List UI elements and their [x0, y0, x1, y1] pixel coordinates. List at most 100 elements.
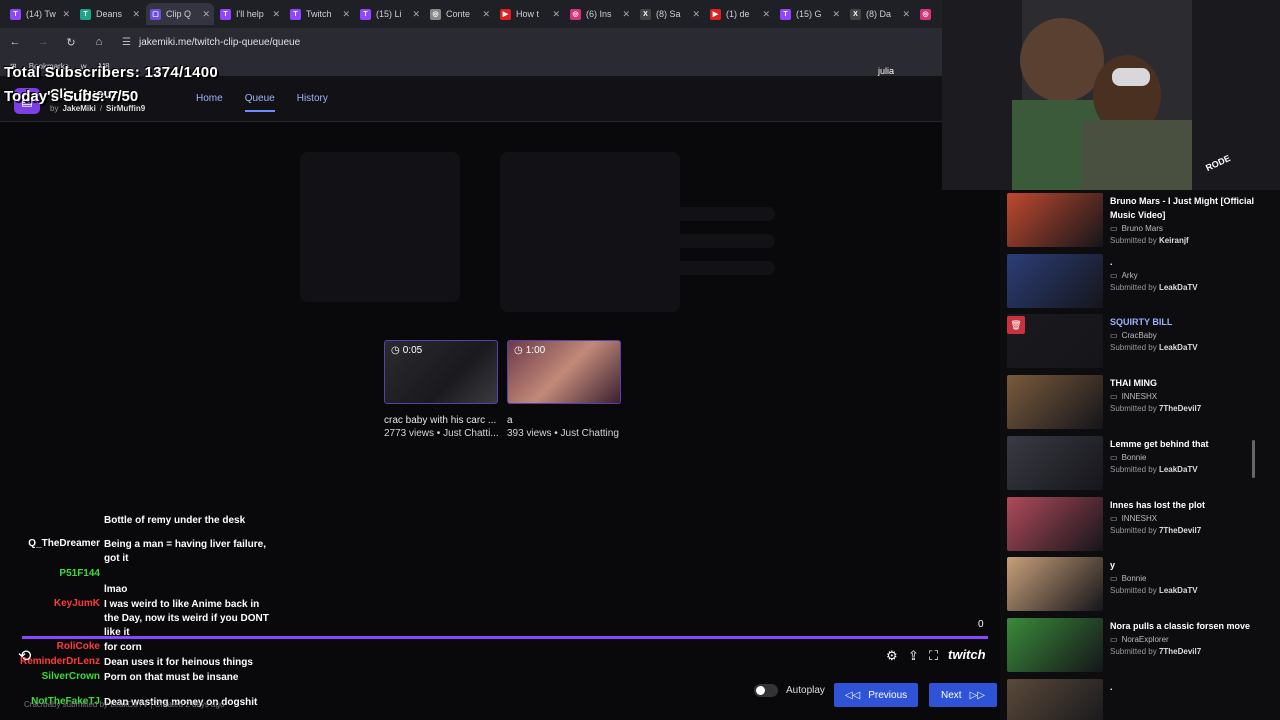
previous-button[interactable]: ◁◁ Previous [834, 683, 918, 707]
queue-thumbnail[interactable] [1007, 435, 1103, 490]
autoplay-toggle[interactable] [754, 684, 778, 697]
browser-tab[interactable]: ▶ (1) de ✕ [706, 3, 774, 25]
autoplay-control[interactable]: Autoplay [754, 684, 825, 697]
delete-icon[interactable]: 🗑 [1007, 316, 1025, 335]
browser-tab[interactable]: ◎ Conte ✕ [426, 3, 494, 25]
tab-favicon-icon: T [220, 8, 231, 20]
queue-channel: ▭ Arky [1110, 271, 1138, 280]
chat-username: Q_TheDreamer [28, 538, 100, 549]
site-info-icon[interactable]: ☰ [122, 37, 131, 48]
tab-title: (14) Tw [26, 9, 56, 19]
queue-item[interactable]: Bruno Mars - I Just Might [Official Musi… [1007, 191, 1275, 249]
clip-thumbnail[interactable]: ◷ 0:05 [384, 340, 498, 404]
browser-tab[interactable]: T (15) G ✕ [776, 3, 844, 25]
queue-thumbnail[interactable] [1007, 375, 1103, 430]
queue-title[interactable]: Lemme get behind that [1110, 437, 1260, 451]
queue-item[interactable]: 🗑 SQUIRTY BILL ▭ CracBaby Submitted by LeakD… [1007, 312, 1275, 370]
share-icon[interactable]: ⇪ [908, 648, 919, 664]
queue-thumbnail[interactable] [1007, 617, 1103, 672]
queue-thumbnail[interactable] [1007, 253, 1103, 308]
clip-thumbnail[interactable]: ◷ 1:00 [507, 340, 621, 404]
tab-close-icon[interactable]: ✕ [832, 9, 840, 20]
nav-queue[interactable]: Queue [244, 93, 275, 112]
fullscreen-icon[interactable]: ⛶ [929, 648, 938, 664]
queue-thumbnail[interactable] [1007, 557, 1103, 612]
browser-tab[interactable]: T Twitch ✕ [286, 3, 354, 25]
settings-icon[interactable]: ⚙ [886, 648, 898, 664]
queue-title[interactable]: THAI MING [1110, 376, 1260, 390]
forward-icon[interactable]: → [36, 36, 50, 48]
tab-close-icon[interactable]: ✕ [272, 9, 280, 20]
tab-close-icon[interactable]: ✕ [412, 9, 420, 20]
clip-title[interactable]: crac baby with his carc ... [384, 415, 502, 426]
nav-history[interactable]: History [297, 93, 328, 112]
submitter-name: LeakDaTV [1158, 343, 1198, 353]
queue-thumbnail[interactable] [1007, 678, 1103, 720]
progress-bar[interactable] [22, 636, 988, 639]
queue-item[interactable]: THAI MING ▭ INNESHX Submitted by 7TheDevil7 [1007, 373, 1275, 431]
queue-title[interactable]: Bruno Mars - I Just Might [Official Musi… [1110, 194, 1260, 222]
faded-button [625, 261, 775, 275]
queue-channel: ▭ Bonnie [1110, 453, 1146, 462]
reload-icon[interactable]: ↻ [64, 36, 78, 49]
queue-title[interactable]: Nora pulls a classic forsen move [1110, 619, 1260, 633]
browser-tab[interactable]: T Deans ✕ [76, 3, 144, 25]
browser-tab[interactable]: ◎ [916, 3, 942, 25]
submitter-name: LeakDaTV [1158, 282, 1198, 292]
tab-close-icon[interactable]: ✕ [692, 9, 700, 20]
tab-close-icon[interactable]: ✕ [482, 9, 490, 20]
browser-tab[interactable]: T (14) Tw ✕ [6, 3, 74, 25]
tab-close-icon[interactable]: ✕ [902, 9, 910, 20]
queue-item[interactable]: Innes has lost the plot ▭ INNESHX Submitted… [1007, 495, 1275, 553]
browser-tab-strip: T (14) Tw ✕ T Deans ✕ ▢ Clip Q ✕ T I'll help ✕ T Twit… [0, 0, 942, 28]
queue-item[interactable]: Lemme get behind that ▭ Bonnie Submitted by… [1007, 434, 1275, 492]
queue-item[interactable]: . [1007, 677, 1275, 720]
browser-tab[interactable]: ◎ (6) Ins ✕ [566, 3, 634, 25]
queue-title[interactable]: SQUIRTY BILL [1110, 315, 1260, 329]
tab-close-icon[interactable]: ✕ [342, 9, 350, 20]
channel-name: Bruno Mars [1121, 224, 1163, 233]
clock-icon: ◷ [514, 345, 523, 356]
queue-item[interactable]: . ▭ Arky Submitted by LeakDaTV [1007, 252, 1275, 310]
queue-title[interactable]: Innes has lost the plot [1110, 498, 1260, 512]
tab-close-icon[interactable]: ✕ [762, 9, 770, 20]
browser-tab[interactable]: X (8) Da ✕ [846, 3, 914, 25]
replay-icon[interactable]: ⟲ [18, 646, 31, 666]
submitted-label: Submitted by [1110, 282, 1157, 292]
author-link[interactable]: JakeMiki [62, 104, 95, 113]
queue-thumbnail[interactable] [1007, 496, 1103, 551]
author-link[interactable]: SirMuffin9 [106, 104, 145, 113]
twitch-logo[interactable]: twitch [948, 647, 986, 662]
queue-item[interactable]: y ▭ Bonnie Submitted by LeakDaTV [1007, 555, 1275, 613]
browser-tab[interactable]: T (15) Li ✕ [356, 3, 424, 25]
clip-title[interactable]: a [507, 415, 625, 426]
tab-close-icon[interactable]: ✕ [552, 9, 560, 20]
name-tag-overlay: julia [878, 66, 895, 76]
home-icon[interactable]: ⌂ [92, 36, 106, 48]
queue-title[interactable]: . [1110, 255, 1260, 269]
tab-close-icon[interactable]: ✕ [202, 9, 210, 20]
tab-close-icon[interactable]: ✕ [62, 9, 70, 20]
next-button[interactable]: Next ▷▷ [929, 683, 997, 707]
address-bar[interactable]: ☰ jakemiki.me/twitch-clip-queue/queue [122, 37, 300, 48]
browser-tab[interactable]: X (8) Sa ✕ [636, 3, 704, 25]
queue-scrollbar[interactable] [1252, 440, 1255, 478]
nav-home[interactable]: Home [196, 93, 223, 112]
back-icon[interactable]: ← [8, 36, 22, 48]
tab-close-icon[interactable]: ✕ [622, 9, 630, 20]
clip-card[interactable]: ◷ 0:05 crac baby with his carc ... 2773 v… [384, 340, 502, 439]
submitted-label: Submitted by [1110, 646, 1157, 656]
browser-tab[interactable]: ▢ Clip Q ✕ [146, 3, 214, 25]
submitted-label: Submitted by [1110, 464, 1157, 474]
browser-tab[interactable]: ▶ How t ✕ [496, 3, 564, 25]
queue-submitter: Submitted by 7TheDevil7 [1110, 526, 1201, 535]
queue-title[interactable]: . [1110, 680, 1260, 694]
browser-tab[interactable]: T I'll help ✕ [216, 3, 284, 25]
queue-title[interactable]: y [1110, 558, 1260, 572]
tab-close-icon[interactable]: ✕ [132, 9, 140, 20]
queue-item[interactable]: Nora pulls a classic forsen move ▭ NoraExp… [1007, 616, 1275, 674]
clip-card[interactable]: ◷ 1:00 a 393 views • Just Chatting [507, 340, 625, 439]
queue-thumbnail[interactable] [1007, 193, 1103, 247]
submitted-label: Submitted by [1110, 525, 1157, 535]
channel-icon: ▭ [1110, 452, 1118, 462]
